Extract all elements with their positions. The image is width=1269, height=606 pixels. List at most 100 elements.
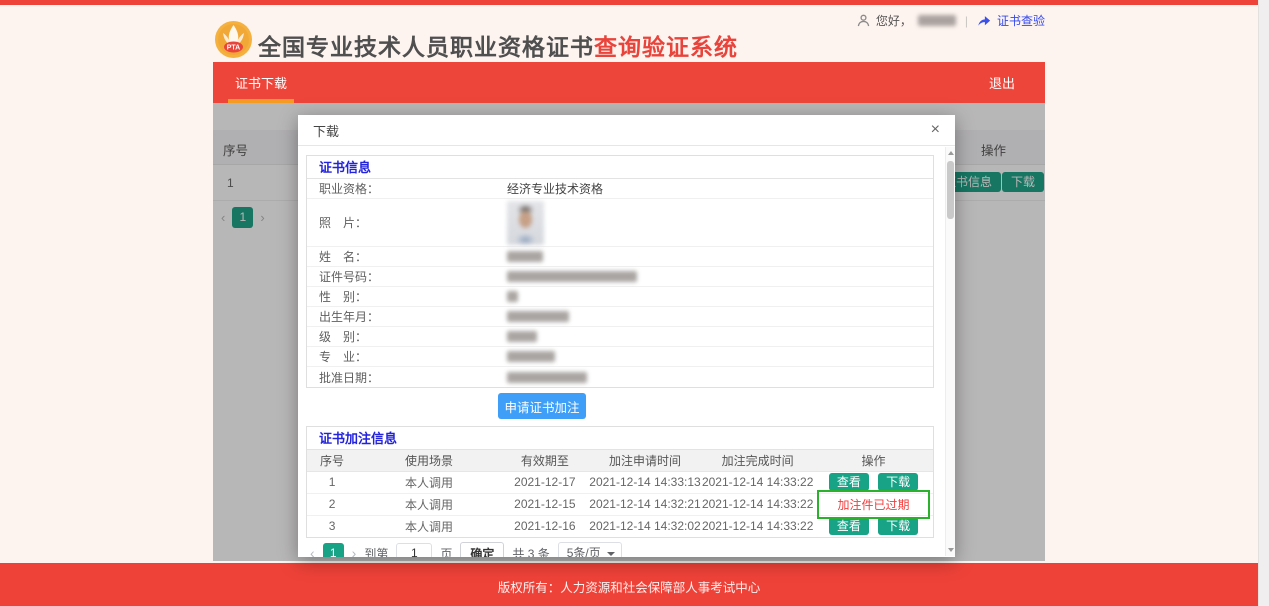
cell-complete-time: 2021-12-14 14:33:22 — [701, 493, 814, 515]
redacted-value — [507, 351, 555, 362]
cell-expired-status: 加注件已过期 — [814, 493, 933, 515]
close-icon[interactable]: × — [931, 122, 940, 138]
field-id-number: 证件号码： — [307, 267, 933, 287]
apply-annotation-button[interactable]: 申请证书加注 — [498, 393, 586, 419]
modal-title: 下载 — [313, 121, 339, 140]
field-name: 姓 名： — [307, 247, 933, 267]
redacted-value — [507, 251, 543, 262]
annotation-title: 证书加注信息 — [307, 427, 933, 450]
cell-no: 1 — [307, 471, 357, 493]
col-no: 序号 — [307, 450, 357, 471]
annotation-section: 证书加注信息 序号 使用场景 有效期至 加注申请时间 加注完成时间 操作 1 — [306, 426, 934, 538]
copyright-text: 版权所有：人力资源和社会保障部人事考试中心 — [498, 577, 761, 596]
redacted-value — [507, 372, 587, 383]
view-button[interactable]: 查看 — [829, 473, 869, 491]
modal-scrollbar[interactable] — [945, 147, 955, 556]
page-jump-input[interactable] — [396, 543, 432, 557]
page-size-select[interactable]: 5条/页 — [558, 542, 622, 557]
cell-no: 3 — [307, 515, 357, 537]
field-birth-date: 出生年月： — [307, 307, 933, 327]
share-arrow-icon — [977, 14, 991, 27]
table-row: 2 本人调用 2021-12-15 2021-12-14 14:32:21 20… — [307, 493, 933, 515]
download-modal: 下载 × 证书信息 职业资格： 经济专业技术资格 照 片： 姓 名： 证件号码： — [298, 115, 955, 557]
logo-text: PTA — [227, 45, 240, 52]
cell-valid-until: 2021-12-16 — [501, 515, 589, 537]
scroll-up-icon[interactable] — [948, 151, 954, 155]
cell-complete-time: 2021-12-14 14:33:22 — [701, 515, 814, 537]
col-valid-until: 有效期至 — [501, 450, 589, 471]
field-gender: 性 别： — [307, 287, 933, 307]
cell-apply-time: 2021-12-14 14:32:02 — [589, 515, 702, 537]
annotation-table-header: 序号 使用场景 有效期至 加注申请时间 加注完成时间 操作 — [307, 450, 933, 471]
field-value: 经济专业技术资格 — [507, 180, 603, 197]
field-label: 证件号码： — [307, 268, 507, 285]
cert-verify-link[interactable]: 证书查验 — [997, 12, 1045, 29]
jump-prefix-label: 到第 — [364, 545, 388, 558]
redacted-value — [507, 331, 537, 342]
title-accent: 查询验证系统 — [594, 34, 738, 60]
certificate-photo — [507, 201, 544, 245]
expired-status-text: 加注件已过期 — [838, 498, 910, 512]
cell-apply-time: 2021-12-14 14:33:13 — [589, 471, 702, 493]
cell-no: 2 — [307, 493, 357, 515]
cell-scene: 本人调用 — [357, 493, 501, 515]
field-label: 性 别： — [307, 288, 507, 305]
field-label: 职业资格： — [307, 180, 507, 197]
cell-complete-time: 2021-12-14 14:33:22 — [701, 471, 814, 493]
field-label: 照 片： — [307, 214, 507, 231]
scroll-down-icon[interactable] — [948, 548, 954, 552]
cell-scene: 本人调用 — [357, 515, 501, 537]
navbar: 证书下载 退出 — [213, 62, 1045, 103]
cell-actions: 查看 下载 — [814, 471, 933, 493]
col-complete-time: 加注完成时间 — [701, 450, 814, 471]
prev-page-button[interactable]: ‹ — [310, 545, 315, 557]
field-label: 级 别： — [307, 328, 507, 345]
field-photo: 照 片： — [307, 199, 933, 247]
annotation-table: 序号 使用场景 有效期至 加注申请时间 加注完成时间 操作 1 本人调用 202… — [307, 450, 933, 537]
page-size-value: 5条/页 — [567, 546, 601, 557]
field-qualification: 职业资格： 经济专业技术资格 — [307, 179, 933, 199]
download-button[interactable]: 下载 — [878, 517, 918, 535]
tab-cert-download[interactable]: 证书下载 — [219, 62, 303, 103]
modal-header: 下载 × — [298, 115, 955, 146]
field-major: 专 业： — [307, 347, 933, 367]
title-main: 全国专业技术人员职业资格证书 — [258, 34, 594, 60]
confirm-button[interactable]: 确定 — [460, 542, 504, 557]
field-label: 姓 名： — [307, 248, 507, 265]
cell-apply-time: 2021-12-14 14:32:21 — [589, 493, 702, 515]
chevron-down-icon — [607, 552, 615, 556]
field-approval-date: 批准日期： — [307, 367, 933, 387]
cell-actions: 查看 下载 — [814, 515, 933, 537]
user-name-redacted — [918, 15, 956, 26]
jump-suffix-label: 页 — [440, 545, 452, 558]
col-actions: 操作 — [814, 450, 933, 471]
view-button[interactable]: 查看 — [829, 517, 869, 535]
redacted-value — [507, 291, 518, 302]
user-bar: 您好， | 证书查验 — [213, 12, 1045, 29]
top-accent-bar — [0, 0, 1258, 5]
logout-button[interactable]: 退出 — [989, 62, 1045, 103]
field-label: 专 业： — [307, 348, 507, 365]
table-row: 3 本人调用 2021-12-16 2021-12-14 14:32:02 20… — [307, 515, 933, 537]
page-title: 全国专业技术人员职业资格证书查询验证系统 — [258, 28, 738, 62]
cert-info-title: 证书信息 — [307, 156, 933, 179]
download-button[interactable]: 下载 — [878, 473, 918, 491]
field-level: 级 别： — [307, 327, 933, 347]
col-scene: 使用场景 — [357, 450, 501, 471]
modal-pagination: ‹ 1 › 到第 页 确定 共 3 条 5条/页 — [306, 542, 934, 557]
total-count-label: 共 3 条 — [512, 545, 549, 558]
modal-body: 证书信息 职业资格： 经济专业技术资格 照 片： 姓 名： 证件号码： 性 别： — [298, 146, 944, 557]
scrollbar-thumb[interactable] — [947, 161, 954, 219]
cell-valid-until: 2021-12-15 — [501, 493, 589, 515]
page-1-button[interactable]: 1 — [323, 543, 344, 558]
browser-scrollbar[interactable] — [1258, 0, 1269, 606]
divider: | — [965, 14, 968, 28]
next-page-button[interactable]: › — [352, 545, 357, 557]
cell-valid-until: 2021-12-17 — [501, 471, 589, 493]
user-icon — [857, 14, 870, 27]
col-apply-time: 加注申请时间 — [589, 450, 702, 471]
field-label: 批准日期： — [307, 369, 507, 386]
field-label: 出生年月： — [307, 308, 507, 325]
redacted-value — [507, 311, 569, 322]
table-row: 1 本人调用 2021-12-17 2021-12-14 14:33:13 20… — [307, 471, 933, 493]
